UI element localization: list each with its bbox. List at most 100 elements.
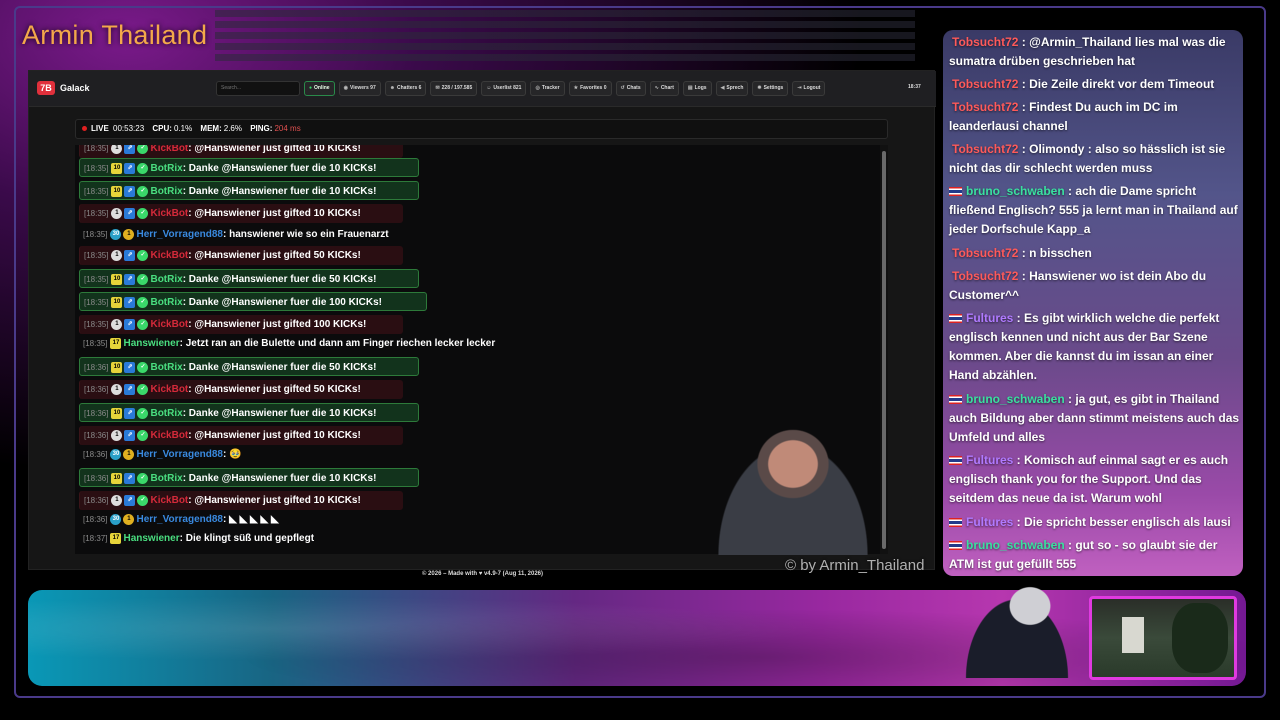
moderator-badge-icon: ⇗ [124,407,136,419]
tier-badge-icon: 1 [111,207,123,219]
cpu-value: 0.1% [173,124,193,133]
nav-button-chart[interactable]: ∿ Chart [649,81,679,96]
outdoor-camera [1089,596,1237,680]
file-icon: ▤ [687,85,693,91]
signal-icon: ● [309,85,313,91]
chat-timestamp: [18:36] [84,474,109,483]
verified-badge-icon: ✓ [137,472,149,484]
overlay-chat-username: Tobsucht72 [952,100,1019,114]
chat-timestamp: [18:35] [84,164,109,173]
chat-username[interactable]: BotRix [150,408,182,419]
sub-badge-icon: 10 [111,273,123,285]
overlay-chat-username: Tobsucht72 [952,35,1019,49]
chat-username[interactable]: KickBot [150,495,188,506]
nav-button-label: 228 / 197.585 [441,85,473,91]
nav-button-target[interactable]: ◎ Tracker [530,81,565,96]
nav-button-user[interactable]: ☺ Userlist 821 [481,81,527,96]
chat-timestamp: [18:35] [84,275,109,284]
chat-username[interactable]: Herr_Vorragend88 [136,229,223,240]
overlay-chat-username: Tobsucht72 [952,77,1019,91]
app-brand[interactable]: Galack [60,83,90,93]
gift-badge-icon: 1 [123,513,135,525]
chat-message: [18:36] 1 ⇗ ✓ KickBot: @Hanswiener just gift… [79,491,403,510]
chat-timestamp: [18:36] [84,363,109,372]
thai-flag-icon [949,187,962,197]
chat-text: : @Hanswiener just gifted 100 KICKs! [188,319,367,330]
sub-badge-icon: 10 [111,185,123,197]
chat-username[interactable]: Hanswiener [123,338,179,349]
chat-text: : @Hanswiener just gifted 50 KICKs! [188,250,361,261]
chat-message: [18:36] 10 ⇗ ✓ BotRix: Danke @Hanswiener fue… [79,403,419,422]
chat-username[interactable]: BotRix [150,274,182,285]
chat-username[interactable]: KickBot [150,384,188,395]
tier-badge-icon: 1 [111,494,123,506]
moderator-badge-icon: ⇗ [124,249,136,261]
search-input[interactable]: Search... [216,81,300,96]
decorative-strips [215,10,915,65]
nav-button-star[interactable]: ★ Favorites 0 [568,81,612,96]
nav-button-speaker[interactable]: ◀ Sprech [715,81,749,96]
month-badge-icon: 30 [110,513,122,525]
chat-timestamp: [18:36] [83,515,108,524]
chat-username[interactable]: KickBot [150,319,188,330]
chat-username[interactable]: KickBot [150,208,188,219]
sub-badge-icon: 10 [111,361,123,373]
chat-username[interactable]: KickBot [150,145,188,154]
chat-username[interactable]: BotRix [150,473,182,484]
thai-flag-icon [949,518,962,528]
month-badge-icon: 30 [110,448,122,460]
chat-username[interactable]: KickBot [150,250,188,261]
chat-timestamp: [18:36] [84,409,109,418]
nav-button-logout[interactable]: ⇥ Logout [792,81,826,96]
chat-username[interactable]: Herr_Vorragend88 [136,514,223,525]
chat-username[interactable]: BotRix [150,186,182,197]
chat-username[interactable]: KickBot [150,430,188,441]
chat-text: : Jetzt ran an die Bulette und dann am F… [179,338,496,349]
nav-button-label: Userlist 821 [493,85,522,91]
chat-username[interactable]: BotRix [150,163,182,174]
watermark: © by Armin_Thailand [785,557,925,574]
verified-badge-icon: ✓ [137,361,149,373]
status-bar: LIVE 00:53:23 CPU: 0.1% MEM: 2.6% PING: 204… [75,119,888,139]
verified-badge-icon: ✓ [137,429,149,441]
nav-button-history[interactable]: ↺ Chats [615,81,646,96]
overlay-chat-username: Fultures [966,311,1014,325]
overlay-chat-message: Fultures : Komisch auf einmal sagt er es… [949,451,1241,508]
chat-username[interactable]: BotRix [150,362,182,373]
overlay-chat-message: Tobsucht72 : n bisschen [949,244,1241,263]
chart-icon: ∿ [654,85,659,91]
nav-button-chat[interactable]: ✉ 228 / 197.585 [430,81,478,96]
nav-button-eye[interactable]: ◉ Viewers 97 [338,81,381,96]
chat-text: : @Hanswiener just gifted 10 KICKs! [188,208,361,219]
overlay-chat-message: Fultures : Die spricht besser englisch a… [949,513,1241,532]
chat-timestamp: [18:36] [83,450,108,459]
mem-value: 2.6% [223,124,242,133]
chat-message: [18:35] 1 ⇗ ✓ KickBot: @Hanswiener just gift… [79,246,403,265]
chat-timestamp: [18:35] [84,145,109,153]
chat-message: [18:36] 10 ⇗ ✓ BotRix: Danke @Hanswiener fue… [79,468,419,487]
verified-badge-icon: ✓ [137,162,149,174]
nav-button-users[interactable]: ☻ Chatters 6 [384,81,427,96]
sub-badge-icon: 10 [111,472,123,484]
chat-text: : Danke @Hanswiener fuer die 10 KICKs! [182,408,377,419]
tier-badge-icon: 1 [111,383,123,395]
nav-button-gear[interactable]: ✹ Settings [752,81,789,96]
chat-timestamp: [18:35] [84,187,109,196]
chat-message: [18:35] 1 ⇗ ✓ KickBot: @Hanswiener just gift… [79,145,403,158]
chat-message: [18:36] 30 1 Herr_Vorragend88: 🥹 [79,447,242,463]
chat-username[interactable]: Herr_Vorragend88 [136,449,223,460]
nav-button-file[interactable]: ▤ Logs [682,81,712,96]
chat-username[interactable]: BotRix [150,297,182,308]
moderator-badge-icon: ⇗ [124,494,136,506]
thai-flag-icon [949,314,962,324]
verified-badge-icon: ✓ [137,249,149,261]
mem-label: MEM: [200,124,222,133]
chat-username[interactable]: Hanswiener [123,533,179,544]
overlay-chat-panel: Tobsucht72 : @Armin_Thailand lies mal wa… [943,30,1243,576]
chat-timestamp: [18:36] [84,431,109,440]
sub-badge-icon: 10 [111,407,123,419]
thai-flag-icon [949,541,962,551]
chat-timestamp: [18:35] [84,251,109,260]
nav-button-signal[interactable]: ● Online [304,81,335,96]
nav-button-label: Logout [803,85,821,91]
